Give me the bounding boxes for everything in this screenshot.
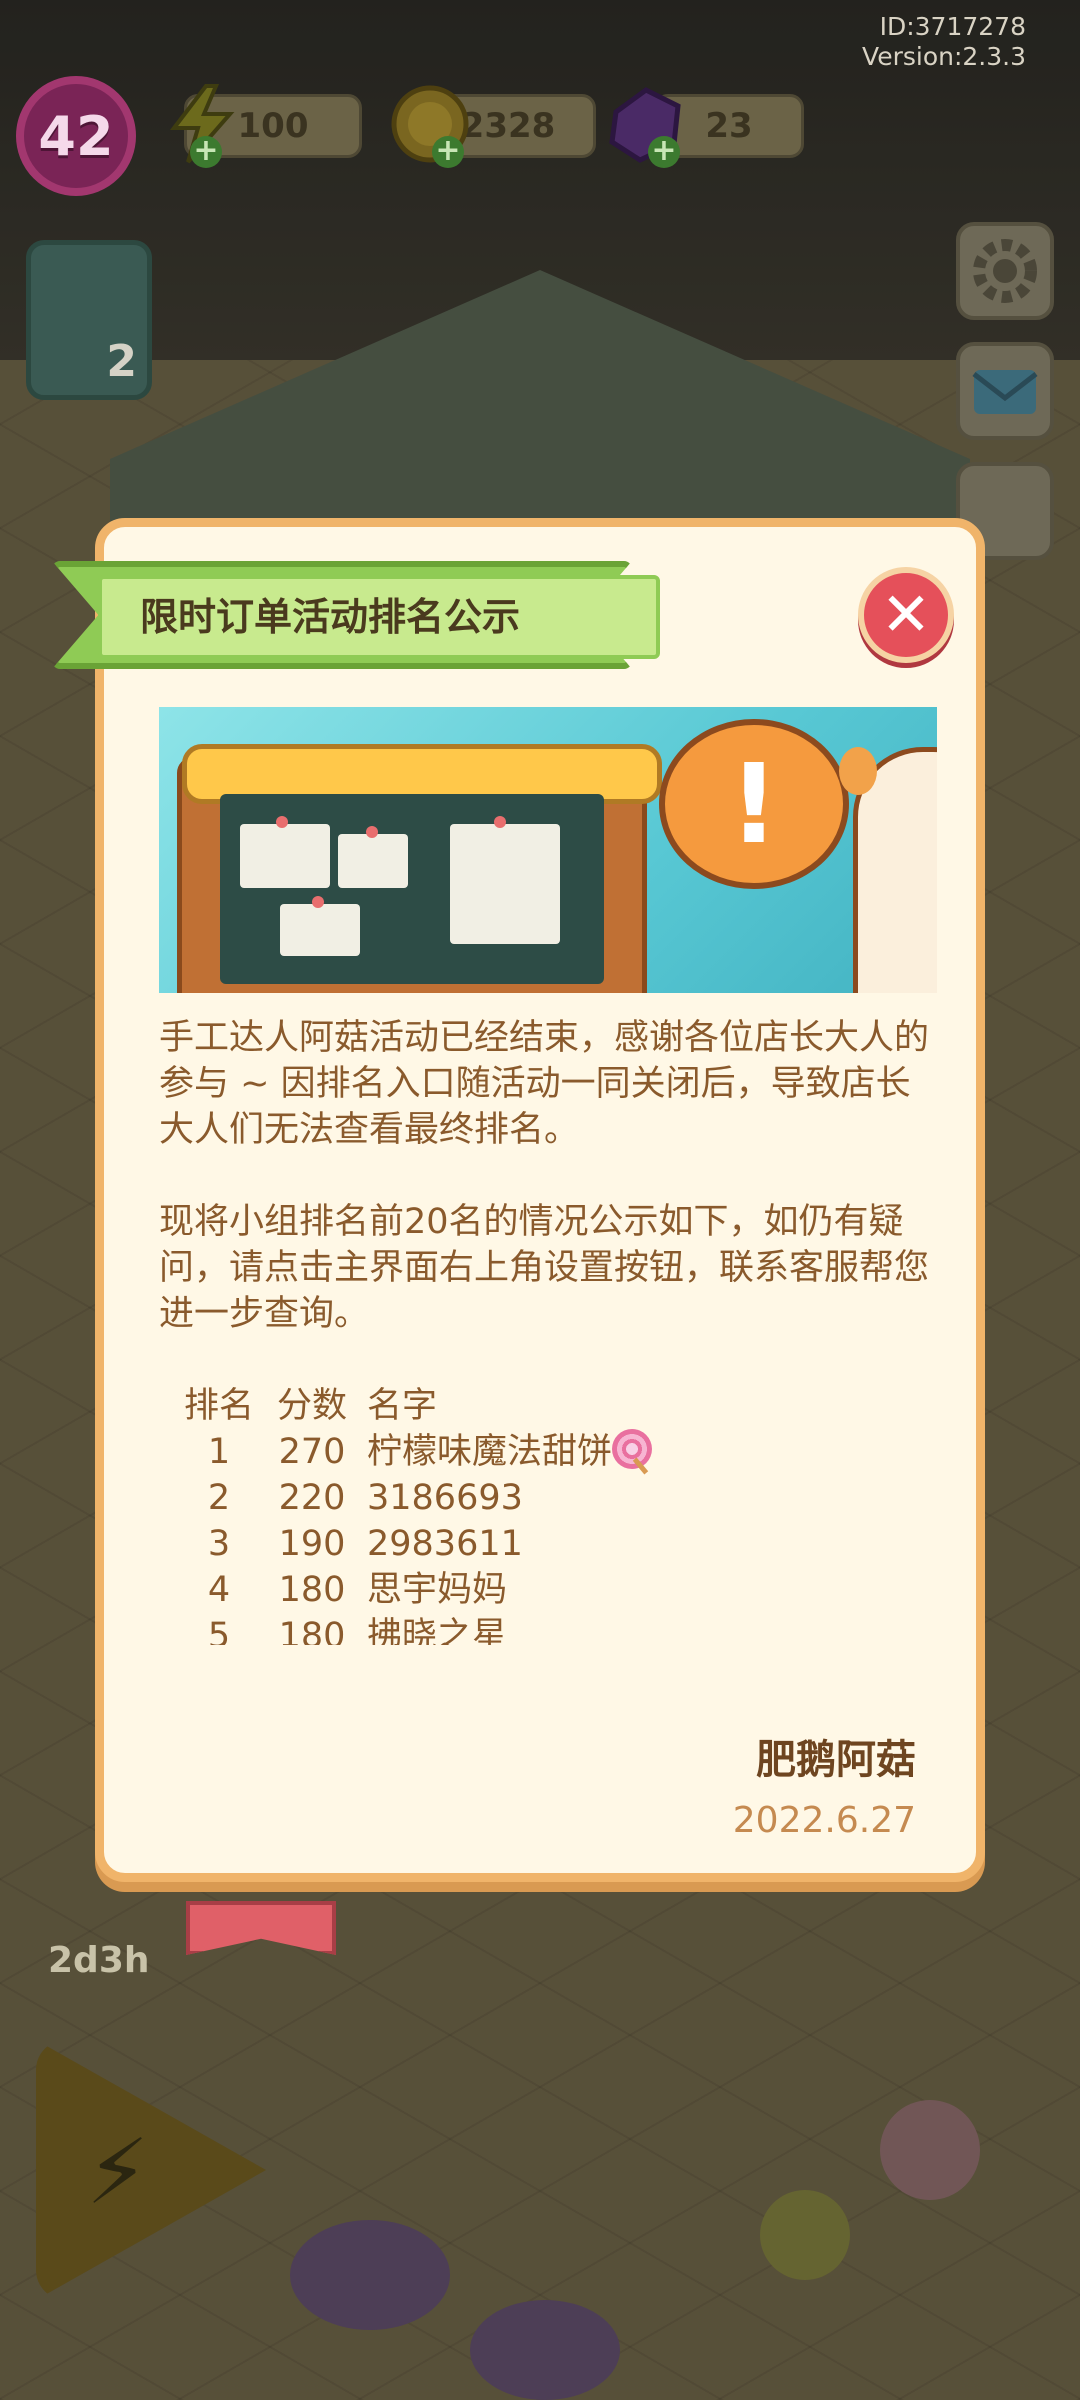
add-energy-button[interactable]: + [190,136,222,168]
score-cell: 180 [278,1616,346,1656]
rank-cell: 5 [207,1616,231,1656]
gem-value: 23 [705,106,753,146]
ranking-table-header: 排名 分数 名字 [175,1383,939,1429]
level-badge[interactable]: 42 [16,76,136,196]
coin-value: 2328 [460,106,556,146]
dialog-title: 限时订单活动排名公示 [140,595,521,639]
gear-icon [973,239,1037,303]
table-row: 2 220 3186693 [175,1475,939,1521]
exclamation-bubble-icon: ! [659,719,849,889]
table-row: 4 180 思宇妈妈 [175,1567,939,1613]
account-id: ID:3717278 [879,12,1026,41]
version-label: Version:2.3.3 [862,42,1026,71]
mail-button[interactable] [956,342,1054,440]
lollipop-icon [612,1429,653,1469]
ranking-table: 排名 分数 名字 1 270 柠檬味魔法甜饼 2 220 3186693 3 1… [175,1383,939,1659]
name-cell: 拂晓之星 [367,1616,508,1656]
header-score: 分数 [276,1386,347,1426]
quest-card[interactable]: 2 [26,240,152,400]
bulletin-board-illustration [177,744,662,993]
signature-name: 肥鹅阿菇 [756,1737,916,1783]
rank-cell: 4 [207,1570,231,1610]
add-coins-button[interactable]: + [432,136,464,168]
score-cell: 180 [278,1570,346,1610]
header-name: 名字 [367,1386,438,1426]
header-rank: 排名 [183,1386,254,1426]
score-cell: 270 [278,1432,346,1472]
rank-cell: 3 [207,1524,231,1564]
announcement-paragraph-2: 现将小组排名前20名的情况公示如下，如仍有疑问，请点击主界面右上角设置按钮，联系… [159,1202,930,1334]
rank-cell: 1 [207,1432,231,1472]
signature-block: 肥鹅阿菇 2022.6.27 [733,1735,916,1845]
name-cell: 2983611 [367,1524,523,1564]
signature-date: 2022.6.27 [732,1800,916,1841]
name-cell: 柠檬味魔法甜饼 [361,1429,939,1475]
goose-beak [839,747,877,795]
name-cell: 3186693 [367,1478,523,1518]
close-button[interactable]: ✕ [858,567,954,663]
player-name: 柠檬味魔法甜饼 [367,1432,613,1472]
energy-value: 100 [237,106,309,146]
score-cell: 190 [278,1524,346,1564]
pinned-note [240,816,330,888]
boost-bolt-icon: ⚡ [86,2120,150,2225]
quest-count: 2 [106,336,137,387]
table-row[interactable]: 5 180 拂晓之星 [175,1613,939,1659]
table-row: 3 190 2983611 [175,1521,939,1567]
announcement-banner-image: ! [159,707,937,993]
event-timer: 2d3h [48,1940,150,1981]
pinned-note [280,896,360,956]
dialog-body: 手工达人阿菇活动已经结束，感谢各位店长大人的参与 ~ 因排名入口随活动一同关闭后… [159,1015,939,1659]
mail-icon [972,370,1038,414]
rank-cell: 2 [207,1478,231,1518]
pinned-note [450,816,560,944]
settings-button[interactable] [956,222,1054,320]
name-cell: 思宇妈妈 [367,1570,508,1610]
level-number: 42 [38,104,114,168]
score-cell: 220 [278,1478,346,1518]
board-surface [220,794,604,984]
account-info: ID:3717278 Version:2.3.3 [862,12,1026,72]
pinned-note [338,826,408,888]
add-gems-button[interactable]: + [648,136,680,168]
announcement-paragraph-1: 手工达人阿菇活动已经结束，感谢各位店长大人的参与 ~ 因排名入口随活动一同关闭后… [159,1018,930,1150]
table-row: 1 270 柠檬味魔法甜饼 [175,1429,939,1475]
ranking-announcement-dialog: 限时订单活动排名公示 ✕ ! 手工达人阿菇活动已经结束，感谢各位店长大人的参与 … [52,518,985,1955]
close-icon: ✕ [880,580,932,650]
